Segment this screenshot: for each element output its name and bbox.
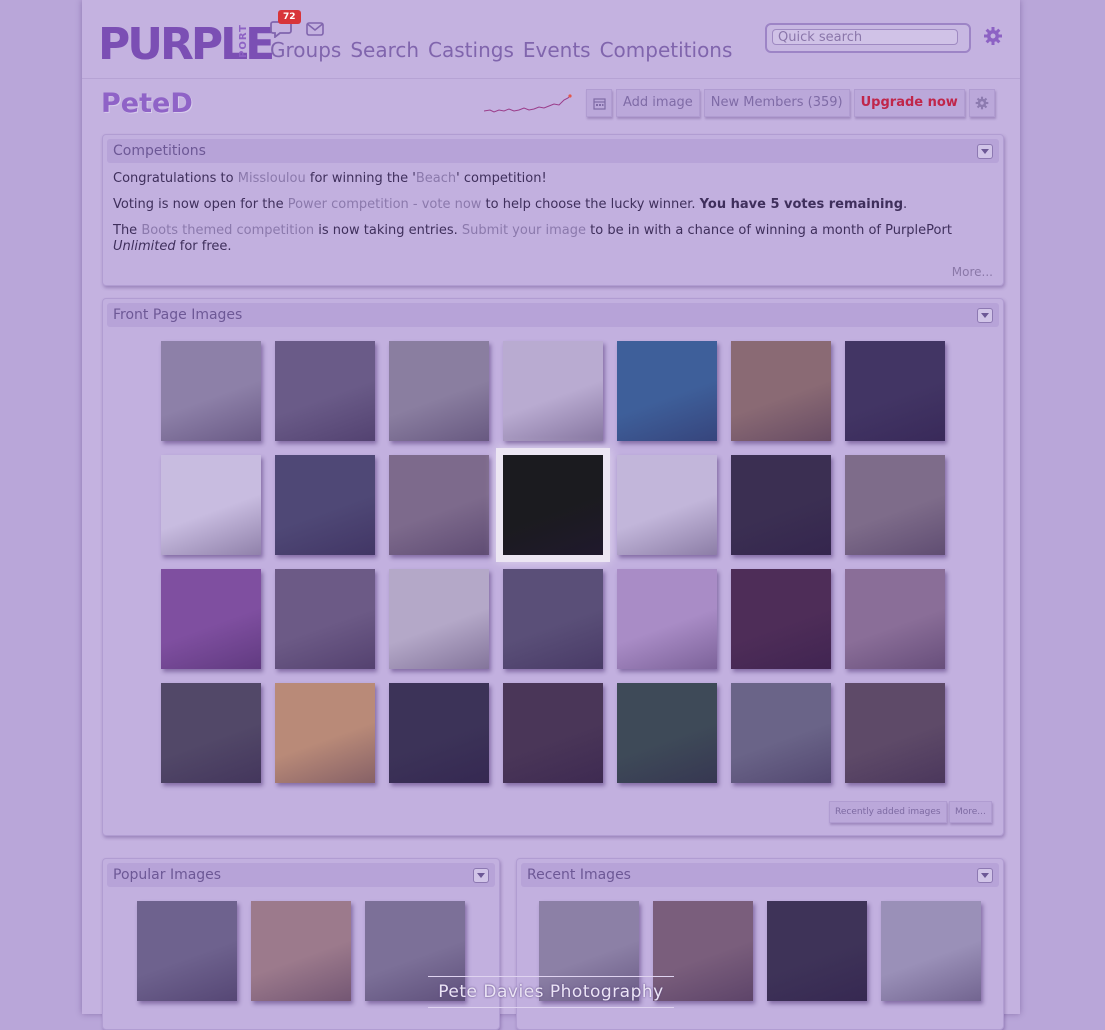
main-nav: Groups Search Castings Events Competitio… xyxy=(270,38,732,62)
image-thumbnail[interactable] xyxy=(845,341,945,441)
winner-link[interactable]: Missloulou xyxy=(238,171,306,186)
image-thumbnail[interactable] xyxy=(731,455,831,555)
votes-remaining-text: You have 5 votes remaining xyxy=(699,197,903,212)
image-thumbnail[interactable] xyxy=(845,455,945,555)
calendar-icon xyxy=(592,97,606,110)
image-thumbnail[interactable] xyxy=(731,569,831,669)
image-thumbnail[interactable] xyxy=(767,901,867,1001)
competitions-panel-header: Competitions xyxy=(107,139,999,163)
competitions-more-link[interactable]: More... xyxy=(952,265,993,279)
image-thumbnail[interactable] xyxy=(389,455,489,555)
notification-icons: 72 xyxy=(270,10,330,38)
image-thumbnail[interactable] xyxy=(503,341,603,441)
mail-icon[interactable] xyxy=(306,22,324,36)
submit-image-link[interactable]: Submit your image xyxy=(462,223,586,238)
text: to help choose the lucky winner. xyxy=(481,197,700,212)
recent-panel-header: Recent Images xyxy=(521,863,999,887)
text: Voting is now open for the xyxy=(113,197,288,212)
text: The xyxy=(113,223,142,238)
image-thumbnail[interactable] xyxy=(731,683,831,783)
image-thumbnail[interactable] xyxy=(251,901,351,1001)
competition-voting-text: Voting is now open for the Power competi… xyxy=(113,197,993,213)
panel-title: Front Page Images xyxy=(113,307,243,323)
image-thumbnail[interactable] xyxy=(137,901,237,1001)
gear-icon[interactable] xyxy=(983,26,1003,46)
competition-entries-text: The Boots themed competition is now taki… xyxy=(113,223,993,255)
image-thumbnail[interactable] xyxy=(617,341,717,441)
vote-now-link[interactable]: Power competition - vote now xyxy=(288,197,482,212)
image-thumbnail[interactable] xyxy=(275,341,375,441)
panel-title: Recent Images xyxy=(527,867,631,883)
text: is now taking entries. xyxy=(314,223,462,238)
collapse-icon[interactable] xyxy=(977,144,993,159)
image-thumbnail[interactable] xyxy=(161,569,261,669)
activity-sparkline xyxy=(484,94,572,113)
image-thumbnail[interactable] xyxy=(389,569,489,669)
image-thumbnail[interactable] xyxy=(275,683,375,783)
text: Congratulations to xyxy=(113,171,238,186)
image-thumbnail[interactable] xyxy=(161,683,261,783)
popular-panel-header: Popular Images xyxy=(107,863,495,887)
text: for winning the ' xyxy=(305,171,416,186)
image-thumbnail[interactable] xyxy=(161,341,261,441)
add-image-button[interactable]: Add image xyxy=(616,89,700,117)
nav-competitions[interactable]: Competitions xyxy=(600,38,733,62)
collapse-icon[interactable] xyxy=(473,868,489,883)
collapse-icon[interactable] xyxy=(977,868,993,883)
recently-added-images-button[interactable]: Recently added images xyxy=(829,801,947,823)
photo-watermark: Pete Davies Photography xyxy=(428,976,674,1008)
purpleport-logo[interactable]: PURPLE PORT xyxy=(98,20,275,70)
message-count-badge[interactable]: 72 xyxy=(278,10,301,24)
image-thumbnail[interactable] xyxy=(275,569,375,669)
text: ' competition! xyxy=(456,171,547,186)
nav-search[interactable]: Search xyxy=(350,38,419,62)
text: to be in with a chance of winning a mont… xyxy=(586,223,952,238)
front-page-more-button[interactable]: More... xyxy=(949,801,992,823)
image-thumbnail[interactable] xyxy=(845,683,945,783)
image-thumbnail[interactable] xyxy=(389,683,489,783)
panel-title: Popular Images xyxy=(113,867,222,883)
page: PURPLE PORT 72 Groups Search Castings Ev… xyxy=(82,0,1020,1030)
nav-events[interactable]: Events xyxy=(523,38,591,62)
image-thumbnail[interactable] xyxy=(731,341,831,441)
profile-username[interactable]: PeteD xyxy=(101,88,193,119)
calendar-button[interactable] xyxy=(586,89,612,117)
site-header: PURPLE PORT 72 Groups Search Castings Ev… xyxy=(82,0,1020,79)
quick-search-box xyxy=(765,23,971,53)
quick-search-input[interactable] xyxy=(772,29,958,45)
competitions-panel: Competitions Congratulations to Missloul… xyxy=(102,134,1004,286)
boots-competition-link[interactable]: Boots themed competition xyxy=(141,223,314,238)
image-thumbnail[interactable] xyxy=(845,569,945,669)
panel-title: Competitions xyxy=(113,143,206,159)
profile-toolbar: Add image New Members (359) Upgrade now xyxy=(586,89,995,117)
front-page-images-panel: Front Page Images Recently added images … xyxy=(102,298,1004,836)
collapse-icon[interactable] xyxy=(977,308,993,323)
image-thumbnail[interactable] xyxy=(617,569,717,669)
text: . xyxy=(903,197,908,212)
unlimited-text: Unlimited xyxy=(113,239,176,254)
image-thumbnail[interactable] xyxy=(617,455,717,555)
text: for free. xyxy=(175,239,232,254)
new-members-button[interactable]: New Members (359) xyxy=(703,89,850,117)
image-thumbnail[interactable] xyxy=(881,901,981,1001)
image-thumbnail[interactable] xyxy=(275,455,375,555)
image-thumbnail[interactable] xyxy=(503,455,603,555)
logo-subtext: PORT xyxy=(238,24,249,58)
image-thumbnail[interactable] xyxy=(503,683,603,783)
image-thumbnail[interactable] xyxy=(389,341,489,441)
competition-winner-text: Congratulations to Missloulou for winnin… xyxy=(113,171,993,187)
image-thumbnail[interactable] xyxy=(161,455,261,555)
nav-castings[interactable]: Castings xyxy=(428,38,514,62)
beach-competition-link[interactable]: Beach xyxy=(416,171,456,186)
front-page-panel-header: Front Page Images xyxy=(107,303,999,327)
settings-button[interactable] xyxy=(968,89,995,117)
image-thumbnail[interactable] xyxy=(503,569,603,669)
upgrade-now-button[interactable]: Upgrade now xyxy=(853,89,965,117)
nav-groups[interactable]: Groups xyxy=(270,38,341,62)
image-thumbnail[interactable] xyxy=(617,683,717,783)
gear-icon xyxy=(975,96,989,110)
